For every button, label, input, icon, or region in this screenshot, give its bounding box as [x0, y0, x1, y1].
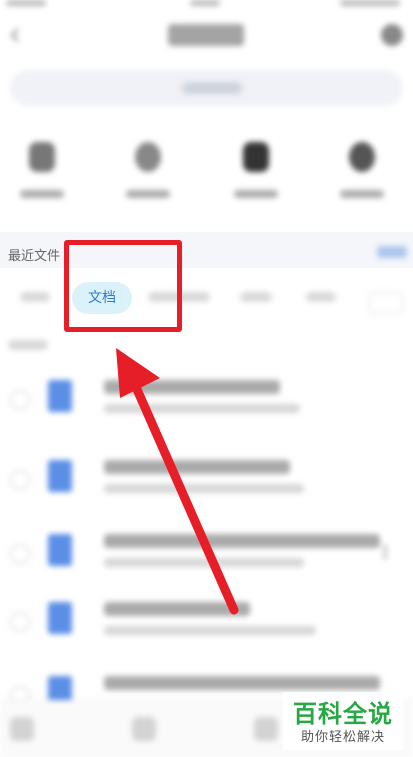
category-label: [126, 190, 170, 198]
tab-more-button[interactable]: [369, 292, 403, 314]
category-label: [234, 190, 278, 198]
bottom-action[interactable]: [254, 717, 278, 741]
header: [0, 14, 413, 58]
status-icons: [340, 0, 400, 6]
recent-section-header: [0, 232, 413, 268]
more-icon[interactable]: [383, 544, 387, 560]
file-meta: [104, 404, 300, 413]
file-meta: [104, 484, 304, 493]
category-row: [0, 136, 413, 206]
watermark-logo: 百科全说 助你轻松解决: [283, 692, 403, 750]
phone-icon: [29, 142, 55, 172]
tab-videos[interactable]: [306, 292, 336, 302]
recent-more-link[interactable]: [377, 246, 407, 258]
category-label: [20, 190, 64, 198]
select-radio[interactable]: [10, 544, 30, 564]
list-item[interactable]: [0, 520, 413, 590]
filter-tabs: [0, 276, 413, 320]
file-name: [104, 534, 380, 548]
file-name: [104, 380, 280, 394]
select-radio[interactable]: [10, 390, 30, 410]
file-meta: [104, 626, 316, 635]
select-radio[interactable]: [10, 612, 30, 632]
tab-images[interactable]: [240, 292, 272, 302]
category-label: [340, 190, 384, 198]
file-name: [104, 460, 290, 474]
file-name: [104, 602, 250, 616]
cloud-icon: [135, 142, 161, 172]
doc-file-icon: [48, 460, 72, 492]
annotation-highlight-box: [64, 240, 182, 332]
chat-icon: [243, 142, 269, 172]
doc-file-icon: [48, 534, 72, 566]
category-item[interactable]: [116, 136, 180, 198]
settings-icon[interactable]: [381, 24, 403, 46]
recent-files-label: 最近文件: [8, 249, 61, 264]
back-icon[interactable]: [8, 28, 22, 42]
file-meta: [104, 558, 304, 567]
category-item[interactable]: [330, 136, 394, 198]
doc-file-icon: [48, 380, 72, 412]
status-carrier: [6, 0, 46, 6]
search-placeholder: [182, 82, 242, 94]
watermark-subtitle: 助你轻松解决: [300, 730, 385, 745]
tab-all[interactable]: [20, 292, 50, 302]
status-bar: [0, 0, 413, 10]
page-title: [168, 24, 244, 46]
bottom-action[interactable]: [10, 717, 34, 741]
list-item[interactable]: [0, 588, 413, 658]
list-item[interactable]: [0, 366, 413, 436]
select-radio[interactable]: [10, 470, 30, 490]
list-item[interactable]: [0, 446, 413, 516]
group-heading: [8, 340, 48, 350]
category-item[interactable]: [224, 136, 288, 198]
doc-file-icon: [48, 602, 72, 634]
qq-icon: [349, 142, 375, 172]
search-input[interactable]: [10, 70, 403, 106]
status-time: [190, 0, 220, 6]
category-item[interactable]: [10, 136, 74, 198]
file-name: [104, 676, 380, 690]
bottom-action[interactable]: [132, 717, 156, 741]
watermark-title: 百科全说: [293, 700, 393, 728]
